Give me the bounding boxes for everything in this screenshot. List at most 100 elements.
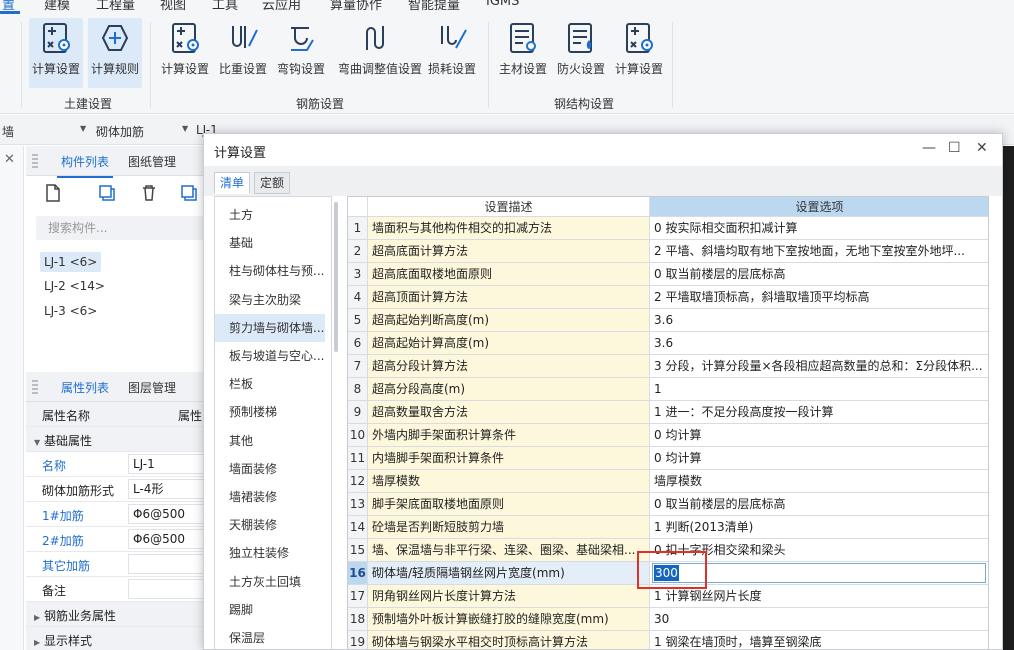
tab-view[interactable]: 视图 xyxy=(160,0,186,13)
category-item[interactable]: 踢脚 xyxy=(215,596,325,624)
tab-property-list[interactable]: 属性列表 xyxy=(56,379,114,404)
setting-option[interactable]: 30 xyxy=(650,608,988,630)
fireproof-button[interactable]: 防火设置 xyxy=(554,18,608,88)
category-item[interactable]: 墙裙装修 xyxy=(215,483,325,511)
chevron-down-icon[interactable]: ▼ xyxy=(80,124,86,133)
setting-option[interactable]: 3.6 xyxy=(650,309,988,331)
bend-adjust-button[interactable]: 弯曲调整值设置 xyxy=(338,18,422,88)
table-row[interactable]: 1 墙面积与其他构件相交的扣减方法 0 按实际相交面积扣减计算 xyxy=(348,217,988,240)
setting-option[interactable]: 3.6 xyxy=(650,332,988,354)
category-item[interactable]: 独立柱装修 xyxy=(215,539,325,567)
component-item[interactable]: LJ-1 <6> xyxy=(40,252,102,272)
category-item[interactable]: 栏板 xyxy=(215,370,325,398)
close-icon[interactable]: ✕ xyxy=(976,140,988,156)
floor-filter[interactable]: 墙 xyxy=(2,123,14,140)
setting-option[interactable]: 1 xyxy=(650,378,988,400)
property-value[interactable]: Φ6@500 xyxy=(128,504,214,524)
tab-quota[interactable]: 定额 xyxy=(254,172,291,194)
category-item[interactable]: 保温层 xyxy=(215,624,325,649)
property-group-basic[interactable]: ▼ 基础属性 xyxy=(26,427,216,452)
setting-option[interactable]: 0 均计算 xyxy=(650,424,988,446)
tab-cloud[interactable]: 云应用 xyxy=(262,0,301,13)
category-item[interactable]: 墙面装修 xyxy=(215,455,325,483)
setting-option[interactable]: 0 按实际相交面积扣减计算 xyxy=(650,217,988,239)
tab-igms[interactable]: IGMS xyxy=(486,0,519,9)
table-row[interactable]: 6 超高起始计算高度(m) 3.6 xyxy=(348,332,988,355)
tab-component-list[interactable]: 构件列表 xyxy=(56,153,114,178)
copy-layer-icon[interactable] xyxy=(178,182,200,204)
dialog-titlebar[interactable]: 计算设置 — ☐ ✕ xyxy=(204,134,1002,166)
category-scrollbar[interactable] xyxy=(334,202,338,352)
setting-option[interactable]: 0 均计算 xyxy=(650,447,988,469)
category-item[interactable]: 梁与主次肋梁 xyxy=(215,286,325,314)
property-value[interactable]: LJ-1 xyxy=(128,454,214,474)
tab-quantity[interactable]: 工程量 xyxy=(96,0,135,13)
table-row[interactable]: 14 砼墙是否判断短肢剪力墙 1 判断(2013清单) xyxy=(348,516,988,539)
steel-calc-settings-button[interactable]: 计算设置 xyxy=(612,18,666,88)
table-row[interactable]: 2 超高底面计算方法 2 平墙、斜墙均取有地下室按地面，无地下室按室外地坪... xyxy=(348,240,988,263)
table-row[interactable]: 11 内墙脚手架面积计算条件 0 均计算 xyxy=(348,447,988,470)
table-row[interactable]: 7 超高分段计算方法 3 分段，计算分段量×各段相应超高数量的总和：Σ分段体积... xyxy=(348,355,988,378)
setting-option[interactable]: 0 取当前楼层的层底标高 xyxy=(650,493,988,515)
component-item[interactable]: LJ-2 <14> xyxy=(40,276,109,296)
category-item[interactable]: 天棚装修 xyxy=(215,511,325,539)
main-material-button[interactable]: 主材设置 xyxy=(496,18,550,88)
table-row[interactable]: 15 墙、保温墙与非平行梁、连梁、圈梁、基础梁相... 0 扣十字形相交梁和梁头 xyxy=(348,539,988,562)
category-item[interactable]: 板与坡道与空心... xyxy=(215,342,325,370)
table-row[interactable]: 4 超高顶面计算方法 2 平墙取墙顶标高，斜墙取墙顶平均标高 xyxy=(348,286,988,309)
setting-option[interactable]: 2 平墙、斜墙均取有地下室按地面，无地下室按室外地坪... xyxy=(650,240,988,262)
hook-settings-button[interactable]: 弯钩设置 xyxy=(274,18,328,88)
civil-calc-rules-button[interactable]: 计算规则 xyxy=(88,18,142,88)
table-row[interactable]: 5 超高起始判断高度(m) 3.6 xyxy=(348,309,988,332)
table-row[interactable]: 17 阴角钢丝网片长度计算方法 1 计算钢丝网片长度 xyxy=(348,585,988,608)
tab-drawing-manage[interactable]: 图纸管理 xyxy=(128,153,176,170)
table-row[interactable]: 10 外墙内脚手架面积计算条件 0 均计算 xyxy=(348,424,988,447)
property-value[interactable] xyxy=(128,554,214,574)
table-row[interactable]: 18 预制墙外叶板计算嵌缝打胶的缝隙宽度(mm) 30 xyxy=(348,608,988,631)
table-row[interactable]: 19 砌体墙与钢梁水平相交时顶标高计算方法 1 钢梁在墙顶时，墙算至钢梁底 xyxy=(348,631,988,649)
table-row[interactable]: 16 砌体墙/轻质隔墙钢丝网片宽度(mm) 300 xyxy=(348,562,988,585)
setting-option[interactable]: 3 分段，计算分段量×各段相应超高数量的总和：Σ分段体积... xyxy=(650,355,988,377)
civil-calc-settings-button[interactable]: 计算设置 xyxy=(29,18,83,88)
category-item[interactable]: 其他 xyxy=(215,427,325,455)
setting-value-input[interactable]: 300 xyxy=(652,563,986,583)
tab-tools[interactable]: 工具 xyxy=(212,0,238,13)
property-group-display[interactable]: ▶ 显示样式 xyxy=(26,627,216,650)
component-item[interactable]: LJ-3 <6> xyxy=(40,301,101,321)
category-item[interactable]: 柱与砌体柱与预... xyxy=(215,257,325,285)
type-filter[interactable]: 砌体加筋 xyxy=(96,123,144,140)
tab-smart-extract[interactable]: 智能提量 xyxy=(408,0,460,13)
minimize-icon[interactable]: — xyxy=(922,140,936,156)
chevron-down-icon[interactable]: ▼ xyxy=(182,124,188,133)
table-row[interactable]: 9 超高数量取舍方法 1 进一：不足分段高度按一段计算 xyxy=(348,401,988,424)
property-value[interactable]: Φ6@500 xyxy=(128,529,214,549)
setting-option[interactable]: 1 计算钢丝网片长度 xyxy=(650,585,988,607)
loss-settings-button[interactable]: 损耗设置 xyxy=(425,18,479,88)
setting-option[interactable]: 1 进一：不足分段高度按一段计算 xyxy=(650,401,988,423)
setting-option[interactable]: 0 取当前楼层的层底标高 xyxy=(650,263,988,285)
category-item[interactable]: 土方 xyxy=(215,201,325,229)
setting-option[interactable]: 墙厚模数 xyxy=(650,470,988,492)
close-icon[interactable]: ✕ xyxy=(4,152,15,167)
copy-icon[interactable] xyxy=(96,182,118,204)
tab-modeling[interactable]: 建模 xyxy=(44,0,70,13)
tab-layer-manage[interactable]: 图层管理 xyxy=(128,379,176,396)
setting-option[interactable]: 1 钢梁在墙顶时，墙算至钢梁底 xyxy=(650,631,988,649)
category-item[interactable]: 土方灰土回填 xyxy=(215,568,325,596)
tab-bill[interactable]: 清单 xyxy=(214,172,251,194)
component-search-input[interactable]: 搜索构件... xyxy=(36,216,212,240)
property-value[interactable] xyxy=(128,579,214,599)
category-item[interactable]: 预制楼梯 xyxy=(215,398,325,426)
ribbon-partial-button[interactable]: 置 xyxy=(0,18,12,88)
table-row[interactable]: 12 墙厚模数 墙厚模数 xyxy=(348,470,988,493)
drag-grip-icon[interactable] xyxy=(32,380,38,394)
property-group-rebar[interactable]: ▶ 钢筋业务属性 xyxy=(26,602,216,627)
setting-option[interactable]: 2 平墙取墙顶标高，斜墙取墙顶平均标高 xyxy=(650,286,988,308)
maximize-icon[interactable]: ☐ xyxy=(948,140,961,156)
category-item[interactable]: 剪力墙与砌体墙... xyxy=(215,313,325,342)
setting-option[interactable]: 0 扣十字形相交梁和梁头 xyxy=(650,539,988,561)
new-component-icon[interactable] xyxy=(42,182,64,204)
rebar-calc-settings-button[interactable]: 计算设置 xyxy=(158,18,212,88)
delete-icon[interactable] xyxy=(138,182,160,204)
weight-settings-button[interactable]: 比重设置 xyxy=(216,18,270,88)
